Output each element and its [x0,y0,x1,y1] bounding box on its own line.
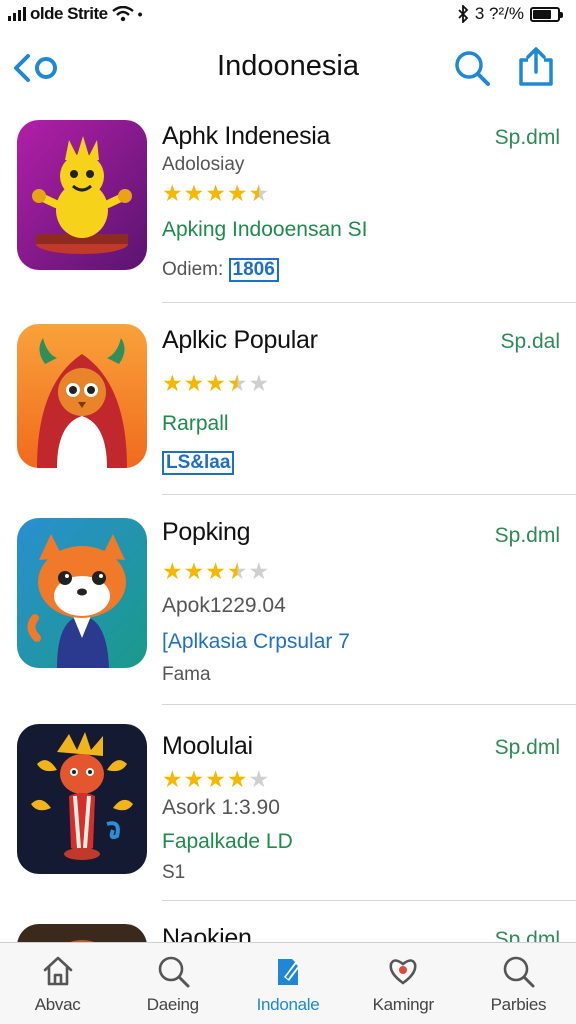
app-icon-fox [17,518,147,668]
nav-bar: Indoonesia [0,40,576,96]
app-row[interactable]: Popking Sp.dml ★ ★ ★ ★ ★ Apok1229.04 [Aplkas… [0,498,576,708]
app-icon-red-hood-owl [17,324,147,468]
tab-ranking[interactable]: Kamingr [346,943,461,1024]
app-row[interactable]: Aplkic Popular Sp.dal ★ ★ ★ ★ ★ Rarpall LS&l… [0,304,576,498]
star-icon: ★ [226,558,248,584]
wifi-icon [111,6,134,22]
app-row[interactable]: Aphk Indenesia Sp.dml Adolosiay ★ ★ ★ ★ ★ Ap… [0,108,576,304]
tab-label: Abvac [34,995,81,1014]
tab-bar: Abvac Daeing Indonale Kamingr Parbies [0,942,576,1024]
star-icon: ★ [162,180,183,206]
app-price-button[interactable]: Sp.dml [495,126,560,150]
star-icon: ★ [183,558,205,584]
tab-label: Kamingr [372,995,435,1014]
app-name: Naokien [162,924,252,944]
star-icon: ★ [183,370,205,396]
rating-stars: ★ ★ ★ ★ ★ [162,182,269,205]
row-divider [162,900,576,901]
tab-search[interactable]: Daeing [115,943,230,1024]
tab-indonesia[interactable]: Indonale [230,943,345,1024]
status-left: olde Strite • [8,4,143,24]
app-name: Moolulai [162,732,253,760]
app-price-button[interactable]: Sp.dml [495,524,560,548]
star-icon: ★ [248,180,270,206]
app-version: Asork 1:3.90 [162,796,280,819]
star-icon: ★ [162,370,183,396]
status-bar: olde Strite • 3 ?²/% [0,0,576,28]
tab-label: Parbies [490,995,547,1014]
share-button[interactable] [516,46,556,88]
star-icon: ★ [226,370,248,396]
app-category: S1 [162,862,186,883]
meta-label: Odiem: [162,259,229,280]
app-row[interactable]: Moolulai Sp.dml ★ ★ ★ ★ ★ Asork 1:3.90 Fapal… [0,708,576,902]
app-row[interactable]: Naokien Sp.dml [0,902,576,944]
star-icon: ★ [183,180,205,206]
app-icon-partial [17,924,147,944]
meta-badge: 1806 [228,258,279,282]
app-list: Aphk Indenesia Sp.dml Adolosiay ★ ★ ★ ★ ★ Ap… [0,108,576,944]
tab-label: Daeing [146,995,199,1014]
star-icon: ★ [205,180,226,206]
app-price-button[interactable]: Sp.dal [500,330,560,354]
tab-parbies[interactable]: Parbies [461,943,576,1024]
star-icon: ★ [205,370,226,396]
edit-icon [278,959,301,985]
row-divider [162,494,576,495]
app-name: Popking [162,518,251,546]
star-icon: ★ [162,558,183,584]
app-description: Apking Indooensan SI [162,218,368,241]
search-icon [504,956,535,988]
status-right: 3 ?²/% [457,4,563,24]
battery-icon [530,6,563,22]
star-icon: ★ [248,766,270,792]
rating-stars: ★ ★ ★ ★ ★ [162,372,269,395]
app-name: Aplkic Popular [162,326,318,354]
status-dot: • [137,6,143,22]
star-icon: ★ [205,766,226,792]
app-icon-yellow-creature [17,120,147,270]
search-icon [158,956,190,988]
app-price-button[interactable]: Sp.dml [495,736,560,760]
star-icon: ★ [248,370,270,396]
tab-home[interactable]: Abvac [0,943,115,1024]
star-icon: ★ [205,558,226,584]
app-icon-dragon-mask [17,724,147,874]
rating-stars: ★ ★ ★ ★ ★ [162,560,269,583]
bluetooth-icon [458,5,469,23]
search-button[interactable] [452,48,492,88]
tab-label: Indonale [256,995,320,1014]
row-divider [162,302,576,303]
app-category: Fama [162,664,211,685]
rating-stars: ★ ★ ★ ★ ★ [162,768,269,791]
app-version: Apok1229.04 [162,594,286,617]
star-icon: ★ [248,558,270,584]
carrier-name: olde Strite [30,4,108,23]
app-meta: Odiem: 1806 [162,258,279,282]
star-icon: ★ [183,766,205,792]
star-icon: ★ [226,766,248,792]
share-icon [519,47,553,86]
star-icon: ★ [226,180,248,206]
battery-percent: 3 ?²/% [474,4,524,23]
app-meta: LS&laa [162,450,235,475]
app-description: Fapalkade LD [162,830,293,853]
app-description: [Aplkasia Crpsular 7 [162,630,350,653]
app-description: Rarpall [162,412,229,435]
star-icon: ★ [162,766,183,792]
home-icon [43,956,72,986]
search-icon [455,51,490,86]
row-divider [162,704,576,705]
meta-badge: LS&laa [162,451,235,475]
signal-icon [8,7,26,21]
heart-icon [389,959,417,985]
battery-fill [533,9,551,19]
app-name: Aphk Indenesia [162,122,331,150]
app-subtitle: Adolosiay [162,154,245,175]
